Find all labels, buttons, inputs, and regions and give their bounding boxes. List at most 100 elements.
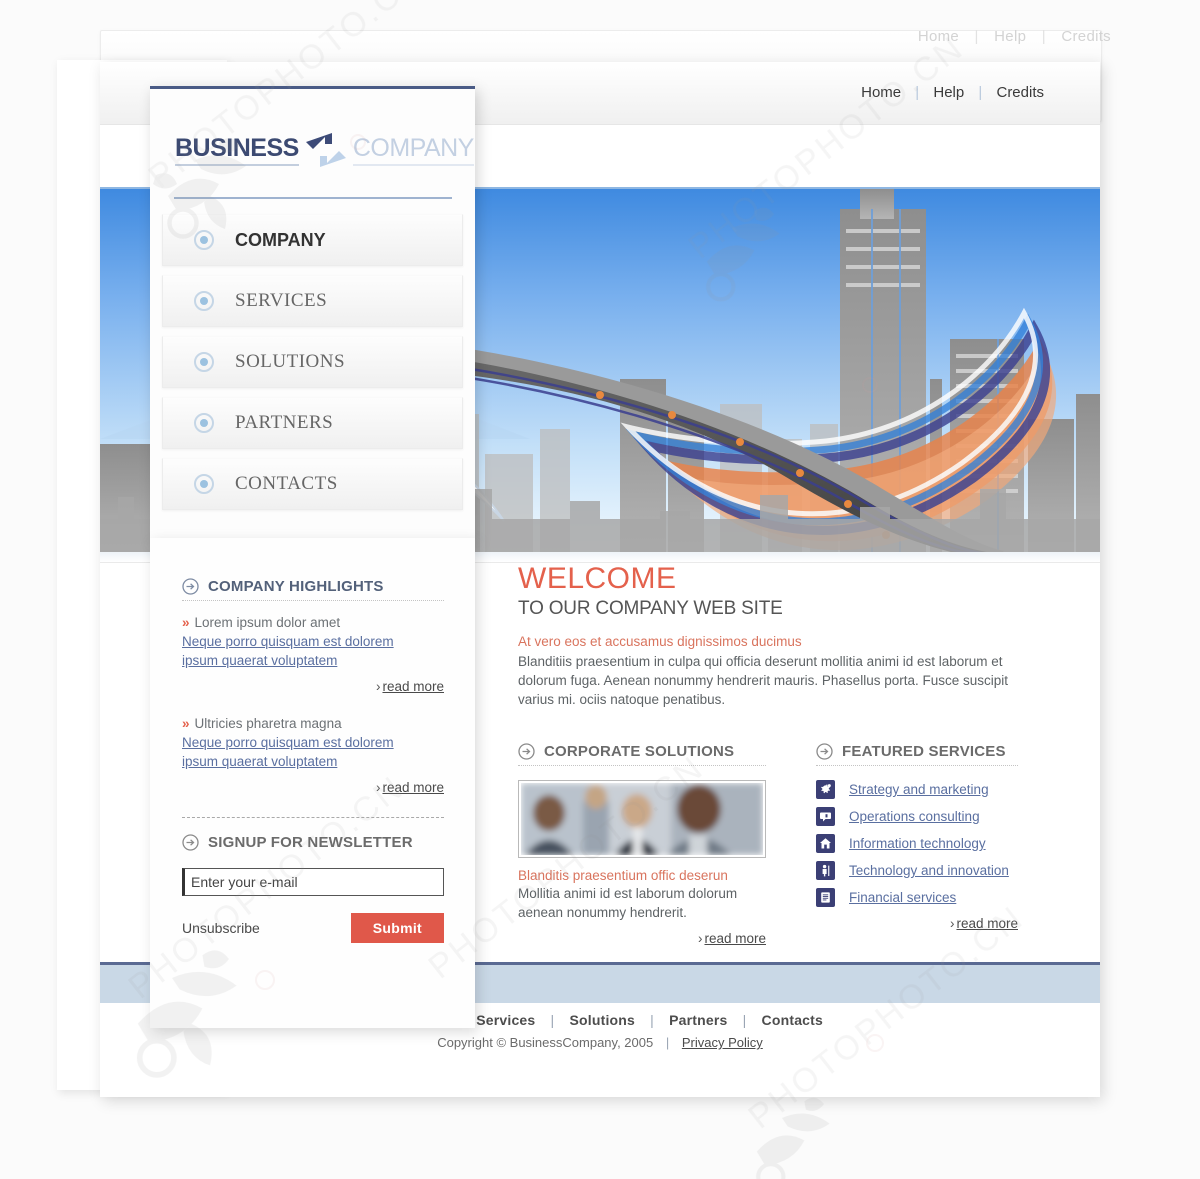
chevron-right-icon: ›: [949, 916, 955, 931]
chevron-right-icon: ›: [375, 780, 381, 795]
logo-secondary: COMPANY: [352, 134, 474, 166]
footer-link-solutions[interactable]: Solutions: [558, 1012, 646, 1028]
featured-services-title: FEATURED SERVICES: [842, 743, 1006, 760]
bullet-icon: [193, 473, 215, 495]
list-item[interactable]: Financial services: [816, 888, 1018, 907]
privacy-policy-link[interactable]: Privacy Policy: [682, 1035, 763, 1050]
double-arrow-icon: [302, 129, 350, 171]
nav-link-help[interactable]: Help: [923, 84, 974, 101]
submit-button[interactable]: Submit: [350, 913, 444, 943]
business-people-photo: [521, 783, 763, 855]
primary-nav: COMPANY SERVICES SOLUTIONS PARTNERS CONT…: [150, 214, 475, 519]
footer-link-partners[interactable]: Partners: [658, 1012, 738, 1028]
logo-divider: [174, 197, 452, 199]
person-icon: [816, 861, 835, 880]
list-item: » Ultricies pharetra magna Neque porro qu…: [182, 716, 444, 795]
circle-arrow-icon: [518, 743, 535, 760]
nav-sep-2: |: [978, 84, 983, 101]
unsubscribe-link[interactable]: Unsubscribe: [182, 920, 260, 936]
highlight-link-line2[interactable]: ipsum quaerat voluptatem: [182, 651, 444, 670]
highlight-link-line1[interactable]: Neque porro quisquam est dolorem: [182, 733, 444, 752]
read-more-link[interactable]: read more: [704, 931, 766, 946]
company-highlights-header: COMPANY HIGHLIGHTS: [182, 578, 444, 595]
list-item[interactable]: Strategy and marketing: [816, 780, 1018, 799]
list-item[interactable]: Information technology: [816, 834, 1018, 853]
sidebar-panel: COMPANY HIGHLIGHTS » Lorem ipsum dolor am…: [150, 538, 475, 1028]
highlight-read-more[interactable]: › read more: [182, 679, 444, 694]
welcome-body: Blanditiis praesentium in culpa qui offi…: [518, 654, 1009, 707]
double-chevron-icon: »: [182, 615, 190, 630]
company-highlights-title: COMPANY HIGHLIGHTS: [208, 578, 384, 595]
newsletter-actions: Unsubscribe Submit: [182, 913, 444, 943]
nav-link-credits[interactable]: Credits: [986, 84, 1054, 101]
service-link-strategy[interactable]: Strategy and marketing: [849, 782, 989, 797]
nav-item-label: CONTACTS: [235, 473, 338, 494]
nav-item-label: COMPANY: [235, 229, 326, 250]
ghost-top-nav: Home | Help | Credits: [909, 28, 1120, 45]
page-title: WELCOME: [518, 562, 677, 595]
circle-arrow-icon: [182, 834, 199, 851]
corporate-solutions-caption-body: Mollitia animi id est laborum dolorum ae…: [518, 886, 738, 920]
highlight-link-line1[interactable]: Neque porro quisquam est dolorem: [182, 632, 444, 651]
chevron-right-icon: ›: [697, 931, 703, 946]
corporate-solutions-caption-title: Blanditis praesentium offic deserun: [518, 868, 728, 883]
newsletter-email-input[interactable]: [182, 868, 444, 896]
highlight-title-text: Lorem ipsum dolor amet: [194, 615, 341, 630]
featured-services-section: FEATURED SERVICES Strategy and marketing: [816, 743, 1018, 946]
site-logo[interactable]: BUSINESS COMPANY: [175, 129, 474, 171]
clipboard-icon: [816, 888, 835, 907]
highlight-read-more[interactable]: › read more: [182, 780, 444, 795]
nav-item-partners[interactable]: PARTNERS: [162, 397, 463, 449]
highlight-title: » Lorem ipsum dolor amet: [182, 615, 444, 630]
page-subtitle: TO OUR COMPANY WEB SITE: [518, 598, 783, 619]
bullet-icon: [193, 351, 215, 373]
nav-item-contacts[interactable]: CONTACTS: [162, 458, 463, 510]
list-item[interactable]: Operations consulting: [816, 807, 1018, 826]
welcome-lead: At vero eos et accusamus dignissimos duc…: [518, 634, 802, 649]
copyright-line: Copyright © BusinessCompany, 2005 | Priv…: [100, 1035, 1100, 1050]
logo-primary: BUSINESS: [175, 134, 299, 166]
footer-sep-4: |: [742, 1012, 747, 1028]
nav-link-home[interactable]: Home: [851, 84, 911, 101]
read-more-link[interactable]: read more: [956, 916, 1018, 931]
nav-item-services[interactable]: SERVICES: [162, 275, 463, 327]
corporate-solutions-read-more[interactable]: › read more: [518, 931, 766, 946]
read-more-link[interactable]: read more: [382, 679, 444, 694]
divider-dotted: [518, 765, 766, 766]
footer-sep-2: |: [550, 1012, 555, 1028]
speech-bubble-icon: [816, 807, 835, 826]
nav-item-label: SOLUTIONS: [235, 351, 346, 372]
service-link-it[interactable]: Information technology: [849, 836, 986, 851]
ghost-nav-home: Home: [917, 28, 960, 45]
gear-icon: [816, 780, 835, 799]
home-icon: [816, 834, 835, 853]
ghost-nav-sep-2: |: [1041, 28, 1046, 45]
corporate-solutions-header: CORPORATE SOLUTIONS: [518, 743, 766, 760]
service-link-financial[interactable]: Financial services: [849, 890, 956, 905]
highlight-link-line2[interactable]: ipsum quaerat voluptatem: [182, 752, 444, 771]
navigation-panel: BUSINESS COMPANY COMPANY SERVICES SOLUTI…: [150, 86, 475, 541]
bullet-icon: [193, 290, 215, 312]
highlight-title: » Ultricies pharetra magna: [182, 716, 444, 731]
footer-link-services[interactable]: Services: [465, 1012, 546, 1028]
lower-sections: CORPORATE SOLUTIONS Blanditis praesentiu…: [518, 743, 1018, 946]
divider-dotted: [182, 600, 444, 601]
nav-item-label: SERVICES: [235, 290, 328, 311]
bullet-icon: [193, 229, 215, 251]
nav-item-company[interactable]: COMPANY: [162, 214, 463, 266]
list-item: » Lorem ipsum dolor amet Neque porro quis…: [182, 615, 444, 694]
utility-nav: Home | Help | Credits: [851, 84, 1054, 101]
service-link-technology[interactable]: Technology and innovation: [849, 863, 1009, 878]
featured-services-read-more[interactable]: › read more: [816, 916, 1018, 931]
service-link-operations[interactable]: Operations consulting: [849, 809, 980, 824]
nav-item-solutions[interactable]: SOLUTIONS: [162, 336, 463, 388]
highlight-title-text: Ultricies pharetra magna: [194, 716, 342, 731]
divider-dashed: [182, 817, 444, 818]
footer-sep-5: |: [665, 1035, 670, 1050]
footer-link-contacts[interactable]: Contacts: [751, 1012, 835, 1028]
featured-services-header: FEATURED SERVICES: [816, 743, 1018, 760]
newsletter-title: SIGNUP FOR NEWSLETTER: [208, 834, 413, 851]
read-more-link[interactable]: read more: [382, 780, 444, 795]
list-item[interactable]: Technology and innovation: [816, 861, 1018, 880]
corporate-solutions-title: CORPORATE SOLUTIONS: [544, 743, 735, 760]
